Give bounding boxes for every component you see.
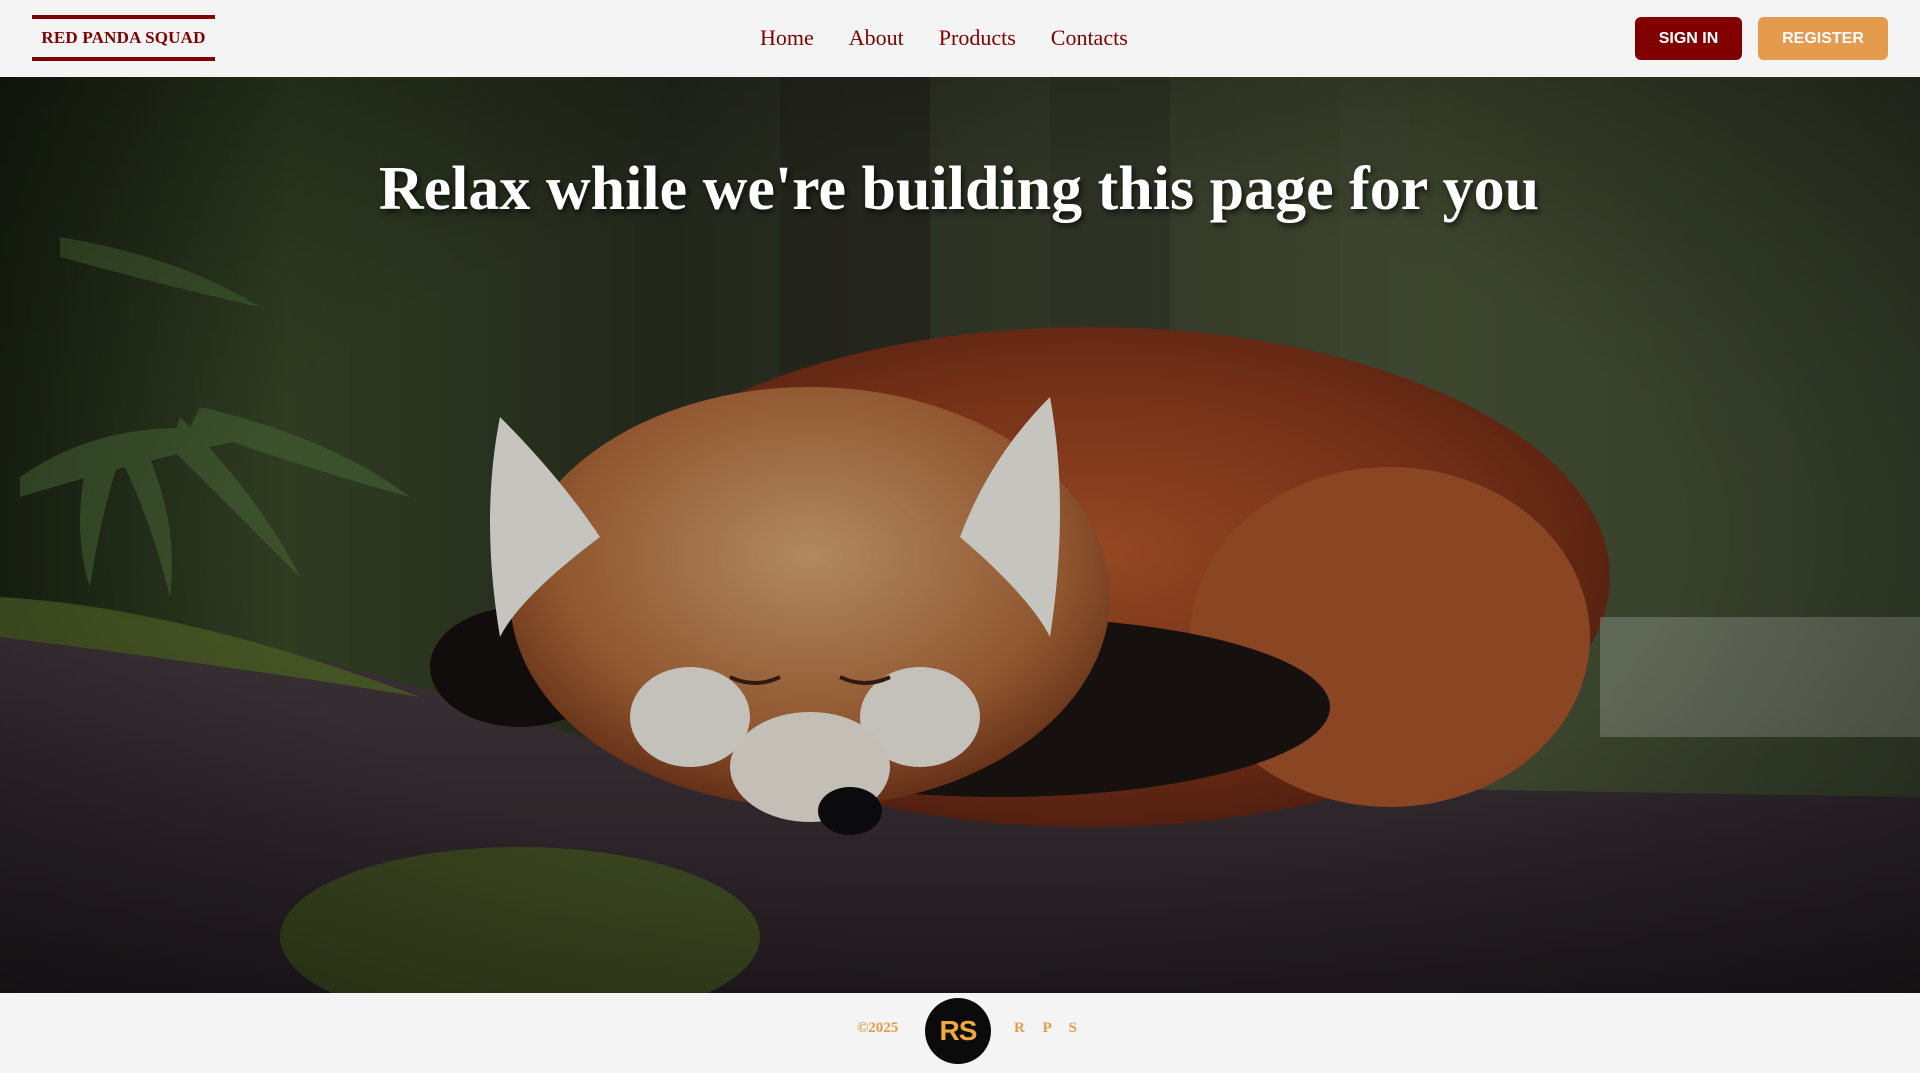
nav-link-home[interactable]: Home bbox=[760, 22, 814, 54]
site-logo[interactable]: RED PANDA SQUAD bbox=[32, 15, 215, 61]
register-button[interactable]: REGISTER bbox=[1758, 17, 1888, 60]
hero-title: Relax while we're building this page for… bbox=[378, 154, 1540, 223]
footer-initials: R P S bbox=[1014, 1020, 1085, 1036]
nav-link-products[interactable]: Products bbox=[939, 22, 1016, 54]
nav-link-about[interactable]: About bbox=[849, 22, 904, 54]
site-header: RED PANDA SQUAD Home About Products Cont… bbox=[0, 0, 1920, 77]
copyright-text: ©2025 bbox=[857, 1020, 899, 1036]
main-nav: Home About Products Contacts bbox=[760, 22, 1163, 54]
sign-in-button[interactable]: SIGN IN bbox=[1635, 17, 1742, 60]
footer-logo-badge[interactable]: RS bbox=[925, 998, 991, 1064]
nav-link-contacts[interactable]: Contacts bbox=[1051, 22, 1128, 54]
hero-section: Relax while we're building this page for… bbox=[0, 77, 1920, 993]
